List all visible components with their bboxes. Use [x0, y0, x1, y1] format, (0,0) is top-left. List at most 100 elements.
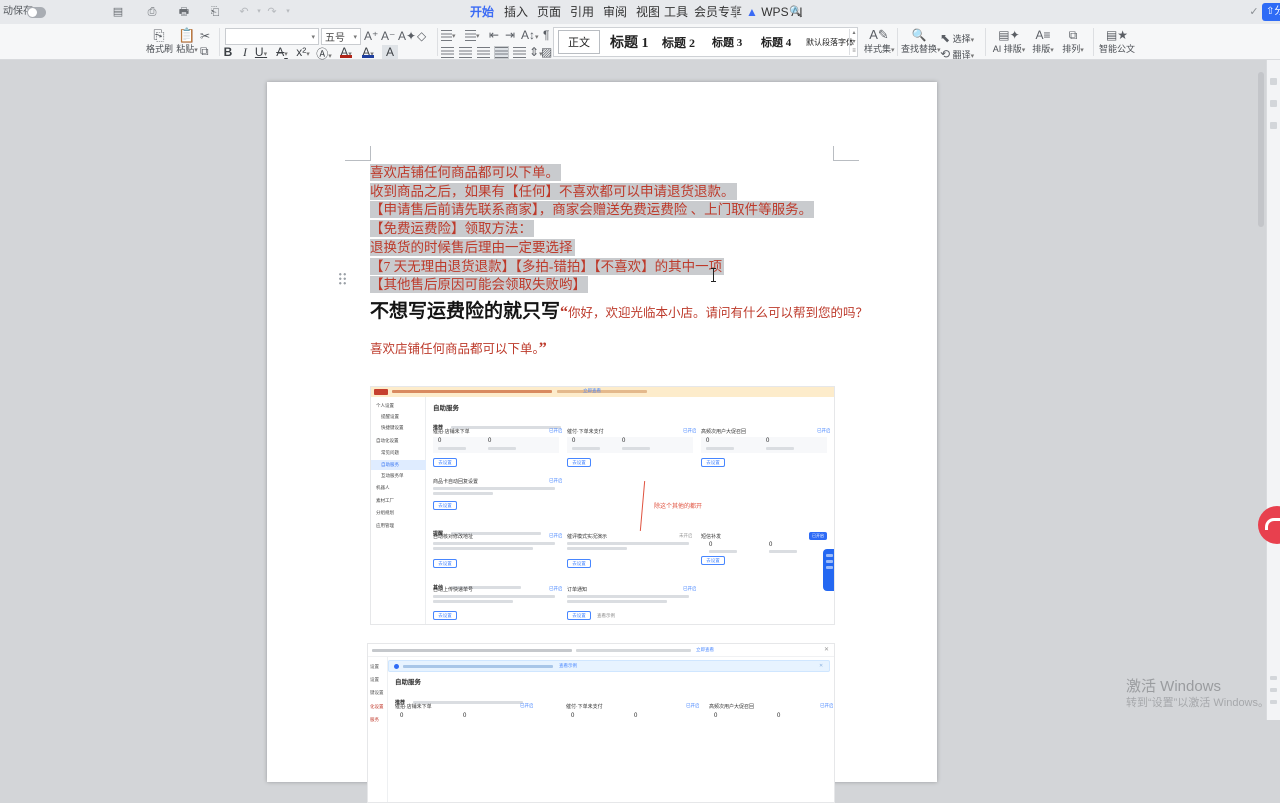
font-size-select[interactable]: 五号▾	[321, 28, 361, 45]
align-distribute-icon[interactable]	[513, 47, 526, 58]
shading-icon[interactable]: ▨	[541, 45, 552, 59]
decrease-font-icon[interactable]: A⁻	[381, 29, 395, 43]
shot-sidebar-item: 自动化设置	[371, 438, 426, 444]
smart-doc-button[interactable]: ▤★ 智能公文	[1098, 28, 1136, 55]
style-heading-3[interactable]: 标题 3	[712, 28, 742, 56]
style-default-font[interactable]: 默认段落字体	[806, 28, 854, 56]
increase-font-icon[interactable]: A⁺	[364, 29, 378, 43]
card-status: 已开启	[820, 703, 834, 709]
font-color-button[interactable]: A▾	[360, 45, 376, 59]
text-placeholder	[709, 550, 737, 553]
tab-review[interactable]: 审阅	[599, 0, 631, 24]
setup-button: 去设置	[567, 611, 591, 620]
card-status: 已开启	[520, 703, 534, 709]
format-painter-icon: ⎘	[146, 28, 172, 42]
highlight-color-button[interactable]: A▾	[338, 45, 354, 59]
setup-button: 去设置	[567, 458, 591, 467]
shot-sidebar-item: 化设置	[370, 704, 384, 710]
styles-scroll-arrows[interactable]: ▴▾≡	[849, 29, 858, 55]
italic-button[interactable]: I	[237, 45, 253, 60]
style-heading-2[interactable]: 标题 2	[662, 28, 695, 56]
text-placeholder	[706, 447, 734, 450]
text-placeholder	[557, 390, 647, 393]
redo-icon[interactable]: ↷	[264, 4, 280, 20]
copy-icon[interactable]: ⧉	[200, 44, 209, 58]
side-panel-icon[interactable]	[1270, 78, 1277, 85]
highlighted-paragraph[interactable]: 喜欢店铺任何商品都可以下单。 收到商品之后，如果有【任何】不喜欢都可以申请退货退…	[370, 164, 814, 295]
undo-icon[interactable]: ↶	[236, 4, 252, 20]
align-right-icon[interactable]	[477, 47, 490, 58]
doc-heading[interactable]: 不想写运费险的就只写“你好，欢迎光临本小店。请问有什么可以帮到您的吗？	[370, 296, 868, 323]
save-icon[interactable]: ▤	[110, 4, 126, 20]
stat-value: 0	[463, 713, 466, 719]
bullet-list-button[interactable]: ▾	[441, 30, 456, 41]
arrange-button[interactable]: ⧉ 排列▾	[1058, 28, 1088, 55]
scroll-down-icon[interactable]	[1270, 700, 1277, 704]
align-center-icon[interactable]	[459, 47, 472, 58]
document-page[interactable]: 喜欢店铺任何商品都可以下单。 收到商品之后，如果有【任何】不喜欢都可以申请退货退…	[267, 82, 937, 782]
style-normal[interactable]: 正文	[558, 30, 600, 54]
ai-layout-button[interactable]: ▤✦ AI 排版▾	[990, 28, 1028, 55]
scroll-up-icon[interactable]	[1270, 676, 1277, 680]
sync-status-icon[interactable]: ✓	[1246, 4, 1262, 20]
print-preview-icon[interactable]: ⎗	[207, 4, 223, 20]
style-heading-4[interactable]: 标题 4	[761, 28, 791, 56]
output-pdf-icon[interactable]: ⎙	[144, 4, 160, 20]
text-placeholder	[622, 447, 650, 450]
layout-button[interactable]: A≡ 排版▾	[1028, 28, 1058, 55]
embedded-screenshot-2[interactable]: 立即查看 ✕ 查看示例 ✕ 设置 设置 键设置 化设置 服务 自助服务 推荐	[367, 643, 835, 803]
numbered-list-button[interactable]: ▾	[465, 30, 480, 41]
side-panel-icon[interactable]	[1270, 122, 1277, 129]
tab-member[interactable]: 会员专享	[690, 0, 746, 24]
top-link: 立即查看	[696, 647, 714, 653]
embedded-screenshot-1[interactable]: 立即查看 个人设置 提醒设置 快捷键设置 自动化设置 常见问题 自助服务 互动服…	[370, 386, 835, 625]
document-canvas[interactable]: 喜欢店铺任何商品都可以下单。 收到商品之后，如果有【任何】不喜欢都可以申请退货退…	[0, 60, 1266, 720]
char-scale-icon[interactable]: A↕▾	[521, 28, 539, 45]
bold-button[interactable]: B	[220, 45, 236, 59]
align-left-icon[interactable]	[441, 47, 454, 58]
underline-button[interactable]: U▾	[253, 45, 269, 59]
paragraph-drag-handle-icon[interactable]	[338, 272, 347, 285]
tab-page[interactable]: 页面	[533, 0, 565, 24]
print-icon[interactable]: 🖶	[176, 4, 192, 20]
layout-icon: A≡	[1028, 28, 1058, 42]
share-button[interactable]: ⇧分享	[1262, 3, 1280, 21]
tab-insert[interactable]: 插入	[500, 0, 532, 24]
side-panel-icon[interactable]	[1270, 100, 1277, 107]
paste-icon: 📋	[174, 28, 200, 42]
info-banner: 查看示例 ✕	[388, 660, 830, 672]
find-replace-button[interactable]: 🔍 查找替换▾	[901, 28, 937, 55]
scroll-page-icon[interactable]	[1270, 688, 1277, 692]
doc-quote-2[interactable]: 喜欢店铺任何商品都可以下单。”	[370, 338, 547, 358]
text-effects-icon[interactable]: A✦	[398, 29, 416, 43]
decrease-indent-icon[interactable]: ⇤	[489, 28, 499, 42]
align-justify-icon[interactable]	[495, 47, 508, 58]
smart-doc-icon: ▤★	[1098, 28, 1136, 42]
increase-indent-icon[interactable]: ⇥	[505, 28, 515, 42]
cut-icon[interactable]: ✂	[200, 29, 210, 43]
search-icon[interactable]: 🔍	[788, 4, 804, 20]
card-title: 短信补发	[701, 533, 721, 540]
card-title: 催评模式实况演示	[567, 533, 607, 540]
paragraph-mark-icon[interactable]: ¶	[543, 28, 549, 42]
shot-sidebar-item-active: 自助服务	[371, 460, 426, 470]
style-heading-1[interactable]: 标题 1	[610, 28, 649, 56]
tab-home[interactable]: 开始	[466, 0, 498, 24]
format-painter-button[interactable]: ⎘ 格式刷	[146, 28, 172, 55]
redo-chevron-icon[interactable]: ▾	[280, 4, 296, 20]
numbered-list-icon	[465, 30, 476, 41]
clear-format-icon[interactable]: ◇	[417, 29, 426, 43]
strikethrough-button[interactable]: A▾	[274, 45, 290, 59]
tab-tools[interactable]: 工具	[660, 0, 692, 24]
font-name-select[interactable]: ▾	[225, 28, 319, 45]
stat-value: 0	[622, 438, 625, 444]
vertical-scrollbar[interactable]	[1258, 72, 1264, 227]
style-set-button[interactable]: A✎ 样式集▾	[864, 28, 894, 55]
tab-reference[interactable]: 引用	[566, 0, 598, 24]
autosave-toggle[interactable]	[27, 7, 46, 18]
superscript-button[interactable]: x²▾	[295, 45, 311, 59]
character-shading-button[interactable]: A	[382, 45, 398, 59]
stat-value: 0	[706, 438, 709, 444]
card-title: 催拍·店铺未下单	[433, 428, 470, 435]
paste-button[interactable]: 📋 粘贴▾	[174, 28, 200, 55]
